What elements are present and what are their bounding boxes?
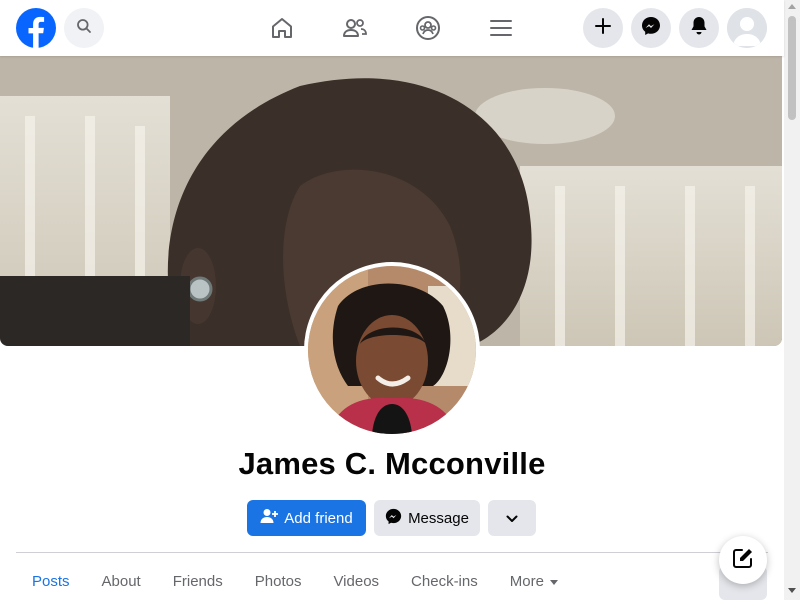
page-scrollbar[interactable] bbox=[784, 0, 800, 600]
scroll-thumb[interactable] bbox=[788, 16, 796, 120]
notifications-button[interactable] bbox=[679, 8, 719, 48]
menu-icon[interactable] bbox=[487, 14, 515, 42]
top-navigation-bar bbox=[0, 0, 784, 56]
profile-name: James C. Mcconville bbox=[238, 446, 546, 481]
home-icon[interactable] bbox=[268, 14, 296, 42]
scroll-up-arrow-icon[interactable] bbox=[788, 4, 796, 9]
account-avatar[interactable] bbox=[727, 8, 767, 48]
caret-down-icon bbox=[549, 579, 558, 585]
message-label: Message bbox=[408, 509, 469, 527]
search-icon bbox=[76, 18, 92, 39]
profile-tabs: Posts About Friends Photos Videos Check-… bbox=[16, 564, 574, 600]
compose-icon bbox=[732, 547, 754, 574]
new-message-button[interactable] bbox=[719, 536, 767, 584]
plus-icon bbox=[595, 17, 611, 39]
add-friend-icon bbox=[260, 508, 279, 528]
tab-photos[interactable]: Photos bbox=[239, 564, 318, 600]
add-friend-label: Add friend bbox=[284, 509, 353, 527]
tab-friends[interactable]: Friends bbox=[157, 564, 239, 600]
tab-posts[interactable]: Posts bbox=[16, 564, 86, 600]
message-button[interactable]: Message bbox=[374, 500, 480, 536]
tab-videos[interactable]: Videos bbox=[317, 564, 395, 600]
profile-photo[interactable] bbox=[304, 262, 480, 438]
friends-icon[interactable] bbox=[341, 14, 369, 42]
facebook-logo-icon[interactable] bbox=[16, 8, 56, 48]
tab-more[interactable]: More bbox=[494, 564, 574, 600]
chevron-down-icon bbox=[506, 510, 518, 527]
tab-more-label: More bbox=[509, 573, 544, 590]
bell-icon bbox=[690, 16, 708, 41]
messenger-icon bbox=[641, 16, 661, 41]
messenger-button[interactable] bbox=[631, 8, 671, 48]
search-button[interactable] bbox=[64, 8, 104, 48]
groups-icon[interactable] bbox=[414, 14, 442, 42]
tab-check-ins[interactable]: Check-ins bbox=[395, 564, 494, 600]
add-friend-button[interactable]: Add friend bbox=[247, 500, 366, 536]
tab-about[interactable]: About bbox=[86, 564, 157, 600]
scroll-down-arrow-icon[interactable] bbox=[788, 588, 796, 593]
messenger-icon bbox=[385, 508, 402, 529]
profile-picture bbox=[308, 266, 476, 434]
section-divider bbox=[16, 552, 768, 553]
more-actions-button[interactable] bbox=[488, 500, 536, 536]
create-button[interactable] bbox=[583, 8, 623, 48]
